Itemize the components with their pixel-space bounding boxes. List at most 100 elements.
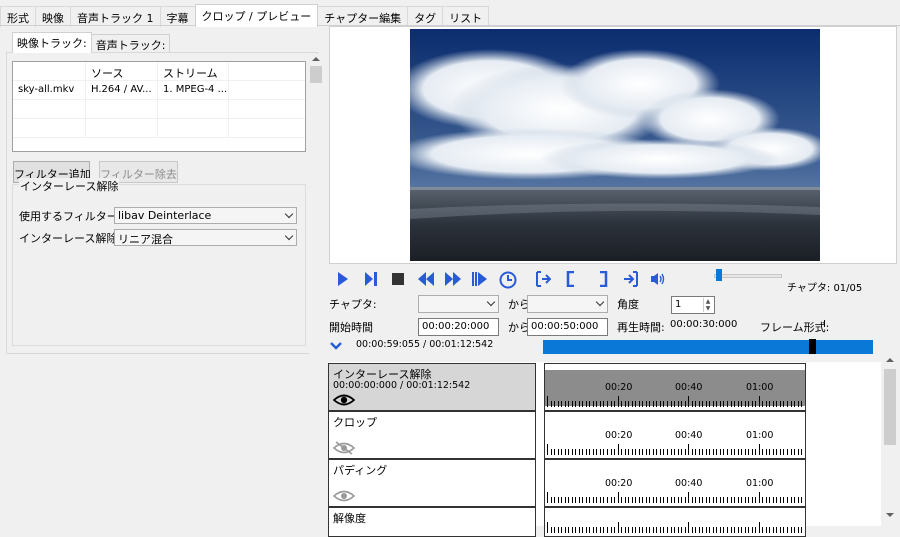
rewind-icon[interactable] bbox=[415, 271, 437, 293]
scroll-up-icon[interactable] bbox=[312, 57, 320, 61]
time-ruler bbox=[547, 522, 802, 533]
timeline-playhead[interactable] bbox=[809, 339, 816, 354]
volume-slider-thumb[interactable] bbox=[716, 269, 722, 281]
column-header-source[interactable]: ソース bbox=[86, 62, 158, 80]
tick-label: 01:00 bbox=[746, 430, 774, 441]
tab-audio-track[interactable]: 音声トラック: bbox=[90, 34, 171, 53]
tick-label: 00:20 bbox=[605, 478, 633, 489]
scroll-up-icon[interactable] bbox=[886, 358, 894, 362]
tab-video-track[interactable]: 映像トラック: bbox=[12, 32, 92, 53]
start-time-input[interactable]: 00:00:20:000 bbox=[418, 318, 499, 336]
table-header: ソース ストリーム bbox=[13, 62, 305, 81]
chevron-down-icon bbox=[284, 209, 294, 219]
track-panel: ソース ストリーム sky-all.mkv H.264 / AV... 1. M… bbox=[6, 52, 318, 354]
filter-list-scrollbar[interactable] bbox=[883, 355, 897, 526]
step-forward-icon[interactable] bbox=[360, 271, 382, 293]
video-preview bbox=[329, 26, 897, 264]
mode-select[interactable]: リニア混合 bbox=[114, 229, 297, 246]
mode-label: インターレース解除 bbox=[19, 232, 118, 245]
stop-icon[interactable] bbox=[387, 271, 409, 293]
cell-extra bbox=[229, 81, 305, 99]
tick-label: 00:20 bbox=[605, 382, 633, 393]
filter-track-padding[interactable]: 00:20 00:40 01:00 bbox=[544, 459, 806, 507]
eye-icon[interactable] bbox=[332, 393, 356, 407]
eye-off-icon[interactable] bbox=[332, 441, 356, 455]
tab-format[interactable]: 形式 bbox=[0, 6, 36, 27]
eye-icon[interactable] bbox=[332, 489, 356, 503]
spin-arrows[interactable]: ▲ ▼ bbox=[703, 298, 712, 312]
scroll-thumb[interactable] bbox=[310, 66, 322, 83]
cell-stream: 1. MPEG-4 ... bbox=[158, 81, 229, 99]
column-header-stream[interactable]: ストリーム bbox=[158, 62, 229, 80]
fast-forward-icon[interactable] bbox=[442, 271, 464, 293]
volume-slider[interactable] bbox=[714, 274, 782, 278]
chapter-select[interactable] bbox=[418, 295, 499, 313]
mode-select-value: リニア混合 bbox=[118, 233, 173, 246]
table-row[interactable]: sky-all.mkv H.264 / AV... 1. MPEG-4 ... bbox=[13, 81, 305, 100]
clock-icon[interactable] bbox=[497, 271, 519, 293]
tab-subtitles[interactable]: 字幕 bbox=[159, 6, 196, 27]
time-ruler bbox=[547, 492, 802, 503]
start-time-label: 開始時間 bbox=[329, 321, 373, 334]
filter-select[interactable]: libav Deinterlace bbox=[114, 207, 297, 224]
chevron-down-icon bbox=[284, 231, 294, 241]
table-row bbox=[13, 100, 305, 119]
scroll-thumb[interactable] bbox=[884, 369, 896, 445]
filter-track-resolution[interactable] bbox=[544, 507, 806, 537]
table-row bbox=[13, 119, 305, 138]
chapter-status: チャプタ: 01/05 bbox=[787, 283, 863, 294]
chapter-end-select[interactable] bbox=[527, 295, 608, 313]
chapter-label: チャプタ: bbox=[329, 298, 377, 311]
filter-time: 00:00:00:000 / 00:01:12:542 bbox=[333, 380, 471, 391]
angle-spinner[interactable]: 1 ▲ ▼ bbox=[671, 296, 715, 314]
volume-icon[interactable] bbox=[647, 271, 669, 293]
scroll-down-icon[interactable] bbox=[886, 513, 894, 517]
filter-track-list: インターレース解除 00:00:00:000 / 00:01:12:542 00… bbox=[328, 362, 881, 537]
track-table[interactable]: ソース ストリーム sky-all.mkv H.264 / AV... 1. M… bbox=[12, 61, 306, 152]
end-time-input[interactable]: 00:00:50:000 bbox=[527, 318, 608, 336]
left-scrollbar[interactable] bbox=[309, 54, 323, 526]
tab-audio-track-1[interactable]: 音声トラック 1 bbox=[70, 6, 161, 27]
play-time-label: 再生時間: bbox=[617, 321, 665, 334]
timeline-position-text: 00:00:59:055 / 00:01:12:542 bbox=[356, 339, 494, 350]
video-image bbox=[410, 29, 820, 261]
next-frame-icon[interactable] bbox=[469, 271, 491, 293]
filter-row-deinterlace[interactable]: インターレース解除 00:00:00:000 / 00:01:12:542 bbox=[328, 363, 536, 411]
time-ruler bbox=[547, 444, 802, 455]
cell-source: H.264 / AV... bbox=[86, 81, 158, 99]
filter-row-crop[interactable]: クロップ bbox=[328, 411, 536, 459]
tab-chapter-edit[interactable]: チャプター編集 bbox=[317, 6, 409, 27]
timeline-seekbar[interactable] bbox=[543, 339, 873, 354]
column-header bbox=[229, 62, 305, 80]
mark-start-icon[interactable] bbox=[532, 271, 554, 293]
deinterlace-group: インターレース解除 使用するフィルター: libav Deinterlace イ… bbox=[12, 178, 306, 346]
video-frame bbox=[410, 29, 820, 261]
group-title: インターレース解除 bbox=[19, 178, 120, 194]
play-time-value: 00:00:30:000 bbox=[670, 319, 738, 330]
tab-tags[interactable]: タグ bbox=[407, 6, 444, 27]
filter-row-padding[interactable]: パディング bbox=[328, 459, 536, 507]
filter-track-crop[interactable]: 00:20 00:40 01:00 bbox=[544, 411, 806, 459]
tab-video[interactable]: 映像 bbox=[35, 6, 71, 27]
filter-name: クロップ bbox=[333, 416, 377, 429]
time-ruler bbox=[547, 396, 802, 407]
filter-track-deinterlace[interactable]: 00:20 00:40 01:00 bbox=[544, 363, 806, 411]
filter-name: 解像度 bbox=[333, 512, 366, 525]
play-icon[interactable] bbox=[332, 271, 354, 293]
filter-name: パディング bbox=[333, 464, 388, 477]
tab-list[interactable]: リスト bbox=[442, 6, 490, 27]
angle-label: 角度 bbox=[617, 298, 639, 311]
bracket-close-icon[interactable] bbox=[592, 270, 614, 293]
frame-format-label: フレーム形式: bbox=[760, 321, 830, 334]
tick-label: 01:00 bbox=[746, 478, 774, 489]
filter-panel: 映像トラック: 音声トラック: ソース ストリーム sky-all.mkv H.… bbox=[6, 30, 324, 526]
frame-format-value: I bbox=[823, 319, 826, 330]
tab-crop-preview[interactable]: クロップ / プレビュー bbox=[194, 4, 319, 27]
bracket-open-icon[interactable] bbox=[560, 270, 582, 293]
chevron-down-icon[interactable] bbox=[330, 341, 342, 351]
column-header bbox=[13, 62, 86, 80]
angle-value: 1 bbox=[675, 299, 682, 310]
filter-row-resolution[interactable]: 解像度 bbox=[328, 507, 536, 537]
chevron-down-icon bbox=[486, 297, 496, 307]
mark-end-icon[interactable] bbox=[620, 271, 642, 293]
